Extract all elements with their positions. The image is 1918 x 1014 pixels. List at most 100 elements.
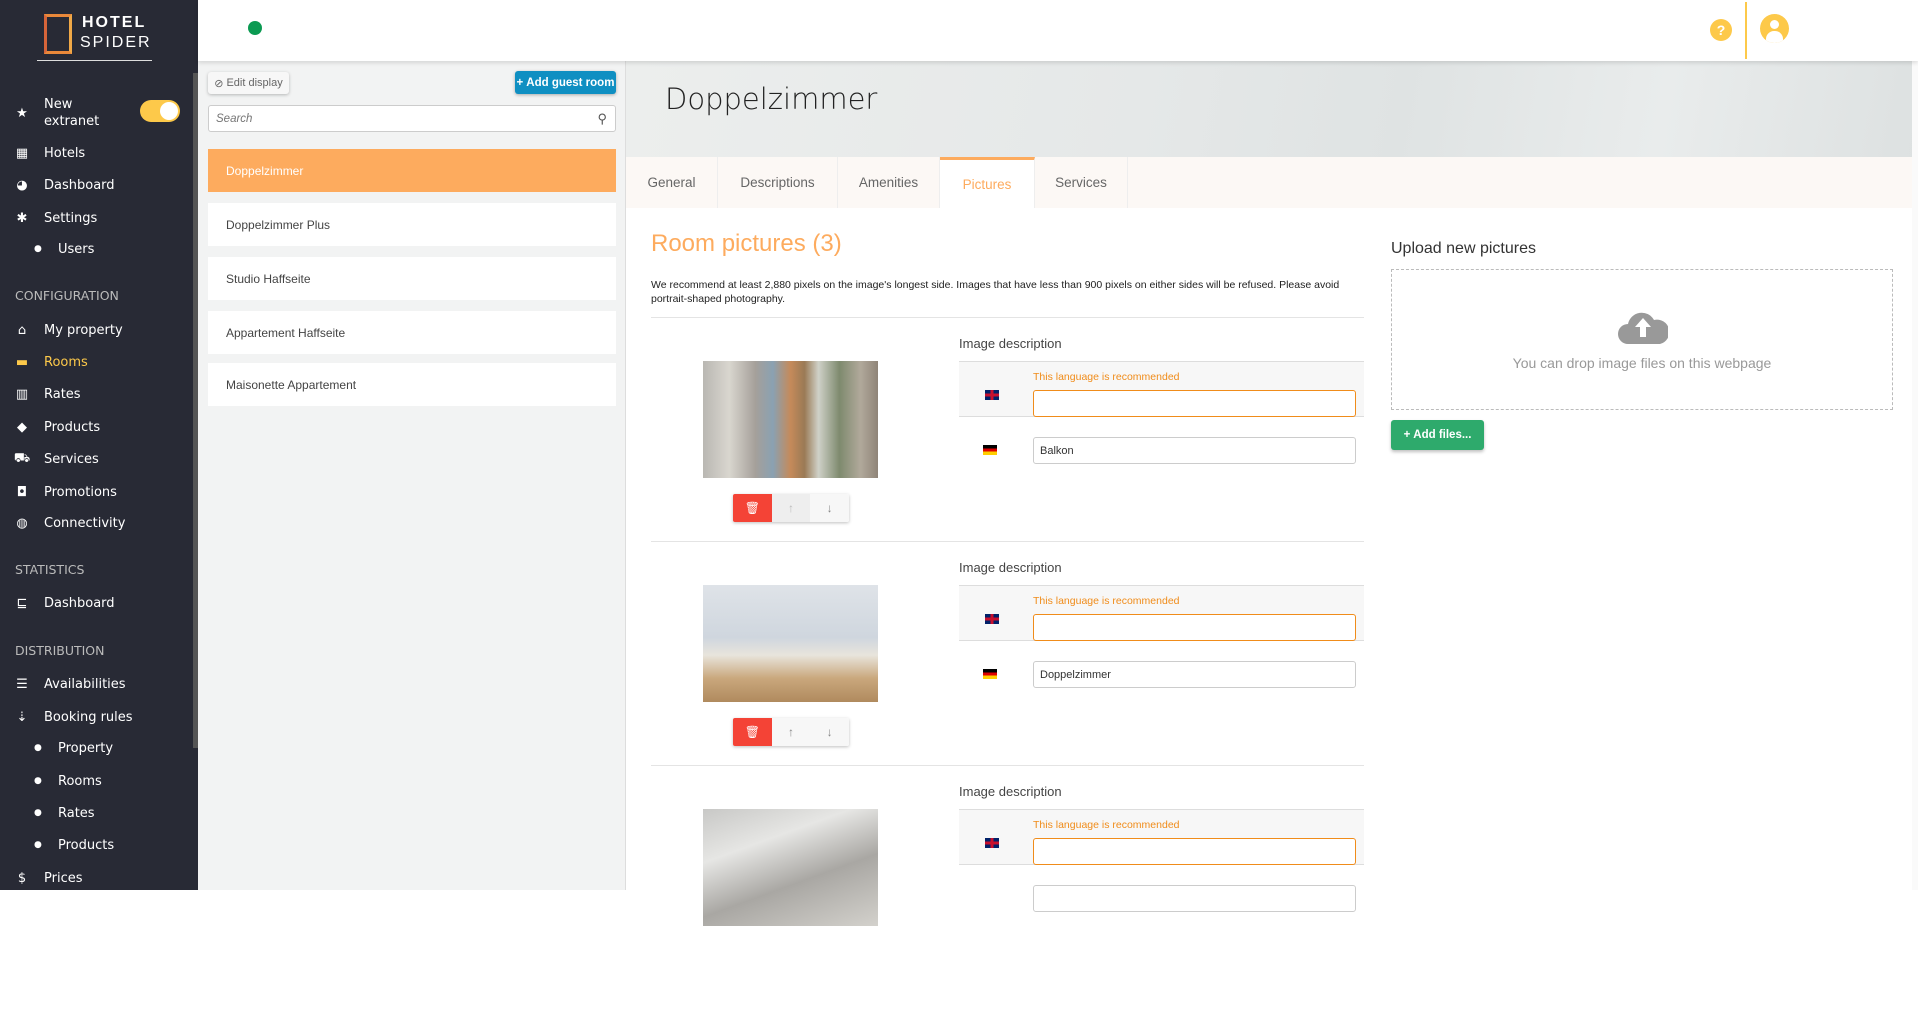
tab-pictures[interactable]: Pictures [940,157,1035,208]
upload-title: Upload new pictures [1391,240,1536,257]
building-icon: ▦ [15,145,29,161]
plus-icon: + [516,76,524,89]
label: Dashboard [44,177,115,193]
label: My property [44,322,123,338]
room-pictures-heading: Room pictures (3) [651,230,842,257]
room-banner: Doppelzimmer [626,61,1918,157]
search-box: ⚲ [208,105,616,132]
page-scrollbar[interactable] [1912,0,1918,890]
label: Edit display [226,77,283,89]
sidebar-item-my-property[interactable]: ⌂ My property [0,318,193,342]
german-description-input[interactable] [1033,437,1356,464]
user-avatar-icon[interactable] [1760,14,1789,43]
sidebar-item-booking-rules[interactable]: ⇣ Booking rules [0,705,193,729]
arrow-up-icon: ↑ [788,725,794,739]
sidebar-item-hotels[interactable]: ▦ Hotels [0,141,193,165]
delete-picture-button[interactable]: 🗑 [733,494,772,522]
image-description-label: Image description [959,560,1062,575]
german-flag-icon [983,445,997,455]
cloud-upload-icon [1618,312,1668,344]
edit-icon: ⊘ [214,77,224,90]
tab-services[interactable]: Services [1035,157,1128,208]
chart-icon: ⊑ [16,595,28,611]
tab-general[interactable]: General [626,157,718,208]
room-item[interactable]: Doppelzimmer [208,149,616,192]
label: Products [44,419,101,435]
english-description-row: This language is recommended [959,361,1364,417]
top-header: ? [198,0,1918,61]
recommendation-text: We recommend at least 2,880 pixels on th… [651,279,1340,305]
status-dot-icon [248,21,262,35]
room-photo-bathroom [703,809,878,926]
english-description-input[interactable] [1033,838,1356,865]
sort-icon: ⇣ [16,709,28,725]
room-item[interactable]: Studio Haffseite [208,257,616,300]
sidebar-item-promotions[interactable]: ◘ Promotions [0,480,193,504]
room-item[interactable]: Doppelzimmer Plus [208,203,616,246]
sidebar-item-services[interactable]: ⛟ Services [0,447,193,471]
move-down-button[interactable]: ↓ [810,494,849,522]
hotel-spider-logo[interactable]: HOTEL SPIDER [44,14,164,60]
bullet-icon: ● [34,743,42,753]
page-title: Doppelzimmer [665,82,878,116]
sidebar-item-rooms-rules[interactable]: ● Rooms [0,769,193,793]
sidebar-item-settings[interactable]: ✱ Settings [0,206,193,230]
sidebar-item-availabilities[interactable]: ☰ Availabilities [0,672,193,696]
move-up-button[interactable]: ↑ [771,718,811,746]
new-extranet-toggle[interactable] [140,100,180,122]
picture-item: 🗑 ↑ ↓ Image description This language is… [651,560,1364,790]
room-item[interactable]: Appartement Haffseite [208,311,616,354]
sidebar-item-prices[interactable]: $ Prices [0,866,193,890]
add-guest-room-button[interactable]: + Add guest room [515,71,616,94]
drop-zone[interactable]: You can drop image files on this webpage [1391,269,1893,410]
uk-flag-icon [985,390,999,400]
globe-icon: ◍ [16,515,28,531]
english-description-row: This language is recommended [959,585,1364,641]
english-description-input[interactable] [1033,390,1356,417]
move-down-button[interactable]: ↓ [810,718,849,746]
trash-icon: 🗑 [744,725,760,739]
gift-icon: ◘ [16,484,28,500]
delete-picture-button[interactable]: 🗑 [733,718,772,746]
edit-display-button[interactable]: ⊘ Edit display [208,72,289,94]
add-files-button[interactable]: + Add files... [1391,420,1484,450]
sidebar-item-connectivity[interactable]: ◍ Connectivity [0,511,193,535]
logo-mark-icon [44,14,72,54]
star-icon: ★ [16,105,28,121]
label: Add files... [1413,429,1472,441]
sidebar-item-property[interactable]: ● Property [0,736,193,760]
sidebar-item-rates[interactable]: ▥ Rates [0,382,193,406]
german-description-input[interactable] [1033,661,1356,688]
room-photo-balcony [703,361,878,478]
room-item[interactable]: Maisonette Appartement [208,363,616,406]
help-icon[interactable]: ? [1710,19,1732,41]
tab-amenities[interactable]: Amenities [838,157,940,208]
sidebar-item-rooms[interactable]: ▬ Rooms [0,350,193,374]
move-up-button[interactable]: ↑ [771,494,811,522]
search-icon[interactable]: ⚲ [597,111,607,127]
sidebar-item-rates-rules[interactable]: ● Rates [0,801,193,825]
label: Property [58,740,114,756]
room-tabs: General Descriptions Amenities Pictures … [626,157,1918,208]
picture-actions: 🗑 ↑ ↓ [733,494,849,522]
label: Dashboard [44,595,115,611]
uk-flag-icon [985,838,999,848]
english-description-input[interactable] [1033,614,1356,641]
recommended-language-note: This language is recommended [1033,371,1180,383]
label: Rooms [58,773,102,789]
sidebar-item-users[interactable]: ● Users [0,237,193,261]
recommended-language-note: This language is recommended [1033,595,1180,607]
german-description-input[interactable] [1033,885,1356,912]
label: Products [58,837,115,853]
home-icon: ⌂ [17,322,27,338]
sidebar-item-dashboard[interactable]: ◕ Dashboard [0,173,193,197]
room-photo-bedroom [703,585,878,702]
sidebar-item-products[interactable]: ◆ Products [0,415,193,439]
arrow-up-icon: ↑ [788,501,794,515]
tab-descriptions[interactable]: Descriptions [718,157,838,208]
barcode-icon: ▥ [15,386,29,402]
sidebar-item-products-rules[interactable]: ● Products [0,833,193,857]
sidebar-item-stats-dashboard[interactable]: ⊑ Dashboard [0,591,193,615]
label: Services [44,451,99,467]
search-input[interactable] [209,106,579,131]
